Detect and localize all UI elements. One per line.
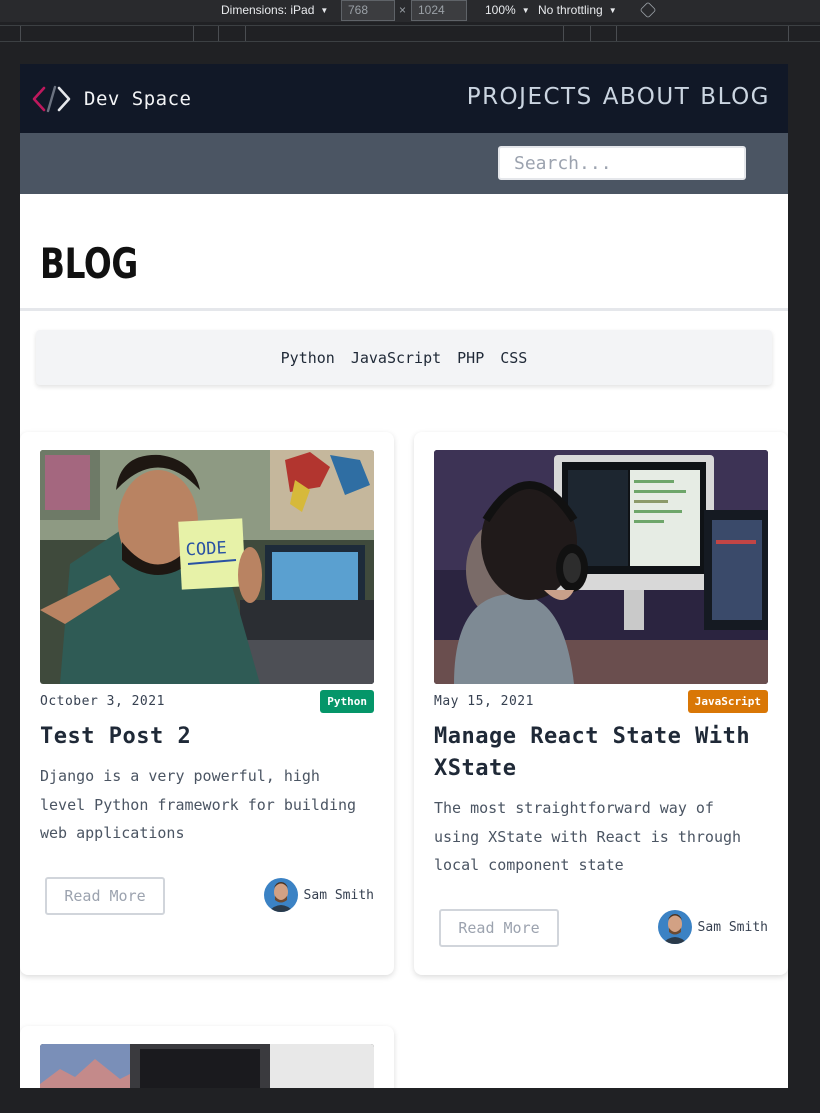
main-nav: PROJECTS ABOUT BLOG [467, 84, 770, 110]
site-logo[interactable]: Dev Space [32, 85, 191, 113]
throttling-dropdown[interactable]: No throttling ▼ [538, 3, 617, 17]
category-badge[interactable]: Python [320, 689, 374, 713]
post-meta: May 15, 2021 JavaScript [434, 688, 768, 714]
rotate-icon[interactable] [639, 1, 657, 19]
site-header: Dev Space PROJECTS ABOUT BLOG [20, 64, 788, 133]
post-date: October 3, 2021 [40, 693, 165, 709]
nav-link-projects[interactable]: PROJECTS [467, 84, 593, 110]
read-more-button[interactable]: Read More [439, 909, 559, 947]
media-query-ruler [0, 25, 820, 42]
post-title[interactable]: Manage React State With XState [434, 721, 768, 785]
svg-text:CODE: CODE [185, 538, 227, 560]
post-author: Sam Smith [657, 910, 768, 944]
avatar [657, 910, 692, 944]
search-bar [20, 133, 788, 194]
avatar [263, 878, 298, 912]
category-filter: Python JavaScript PHP CSS [36, 330, 772, 385]
post-image[interactable] [40, 1044, 374, 1088]
zoom-label: 100% [485, 3, 516, 17]
post-card[interactable]: CODE October 3, 2021 Python Test Post 2 … [20, 432, 394, 975]
read-more-button[interactable]: Read More [45, 877, 165, 915]
device-viewport: Dev Space PROJECTS ABOUT BLOG BLOG Pytho… [20, 64, 788, 1088]
dimensions-label: Dimensions: iPad [221, 3, 315, 17]
post-title[interactable]: Test Post 2 [40, 721, 374, 753]
nav-link-blog[interactable]: BLOG [700, 84, 770, 110]
post-date: May 15, 2021 [434, 693, 534, 709]
post-excerpt: The most straightforward way of using XS… [434, 799, 742, 874]
category-link-php[interactable]: PHP [457, 349, 484, 367]
caret-down-icon: ▼ [320, 5, 329, 15]
post-image[interactable]: CODE [40, 450, 374, 684]
category-link-css[interactable]: CSS [500, 349, 527, 367]
category-badge[interactable]: JavaScript [687, 689, 768, 713]
times-sign: × [399, 3, 407, 17]
device-width-input[interactable]: 768 [341, 0, 395, 21]
post-card[interactable] [20, 1026, 394, 1088]
devtools-device-toolbar: Dimensions: iPad ▼ 768 × 1024 100% ▼ No … [0, 0, 820, 22]
caret-down-icon: ▼ [608, 5, 617, 15]
post-meta: October 3, 2021 Python [40, 688, 374, 714]
category-link-javascript[interactable]: JavaScript [351, 349, 441, 367]
author-name: Sam Smith [697, 919, 768, 935]
search-input[interactable] [498, 146, 746, 180]
post-excerpt: Django is a very powerful, high level Py… [40, 767, 357, 842]
device-height-input[interactable]: 1024 [411, 0, 467, 21]
caret-down-icon: ▼ [521, 5, 530, 15]
nav-link-about[interactable]: ABOUT [603, 84, 691, 110]
post-image[interactable] [434, 450, 768, 684]
dimensions-dropdown[interactable]: Dimensions: iPad ▼ [221, 3, 328, 17]
category-link-python[interactable]: Python [281, 349, 335, 367]
zoom-dropdown[interactable]: 100% ▼ [485, 3, 530, 17]
page-title: BLOG [40, 239, 138, 288]
throttling-label: No throttling [538, 3, 603, 17]
post-author: Sam Smith [263, 878, 374, 912]
code-brackets-icon [32, 85, 71, 113]
page-hero: BLOG [20, 194, 788, 311]
logo-text: Dev Space [84, 88, 192, 110]
author-name: Sam Smith [303, 887, 374, 903]
post-card[interactable]: May 15, 2021 JavaScript Manage React Sta… [414, 432, 788, 975]
